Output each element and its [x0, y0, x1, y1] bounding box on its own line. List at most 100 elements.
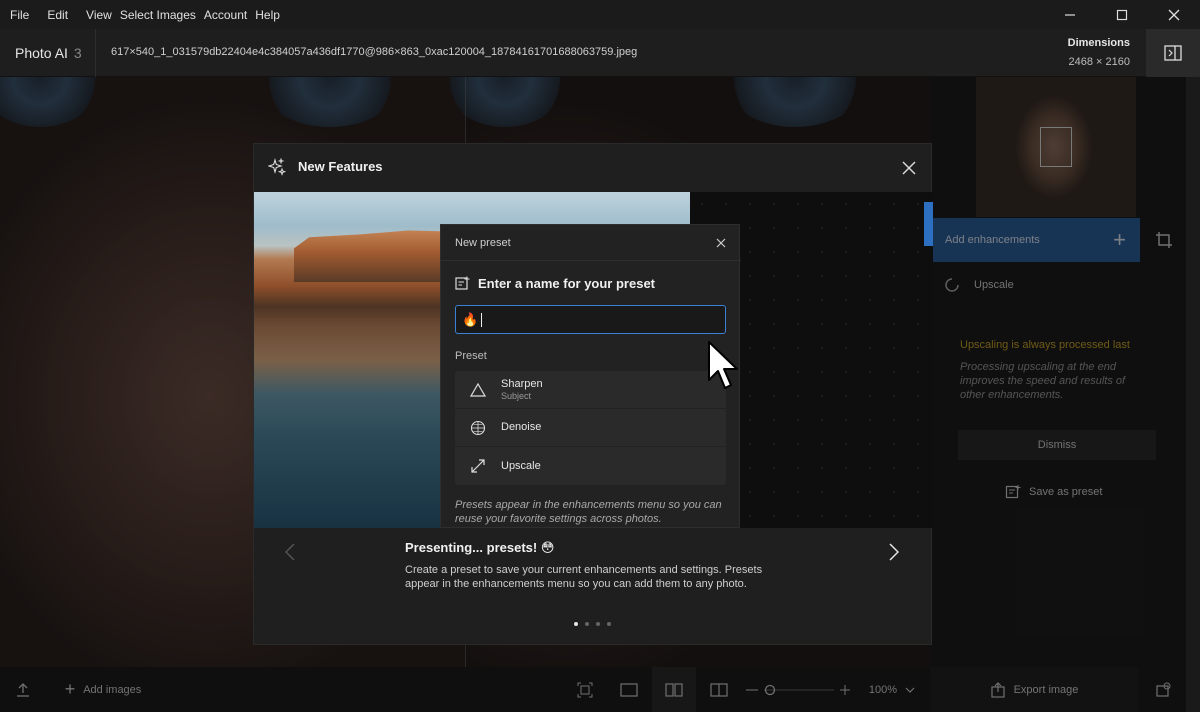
single-view-button[interactable] [612, 667, 646, 712]
preset-item-name: Upscale [501, 459, 541, 472]
save-as-preset-button[interactable]: Save as preset [1005, 484, 1102, 500]
export-image-button[interactable]: Export image [930, 667, 1138, 712]
single-view-icon [620, 682, 638, 697]
next-feature-button[interactable] [886, 541, 902, 563]
upscale-enhancement[interactable]: Upscale [944, 277, 1014, 293]
focus-frame-icon [577, 682, 593, 697]
crop-button[interactable] [1142, 218, 1186, 262]
preset-dialog-close-button[interactable] [713, 235, 729, 251]
minimize-button[interactable] [1044, 0, 1096, 29]
preset-item-sharpen[interactable]: Sharpen Subject [455, 371, 726, 409]
zoom-slider[interactable] [744, 667, 854, 712]
file-name: 617×540_1_031579db22404e4c384057a436df17… [111, 46, 638, 58]
plus-icon: + [64, 679, 76, 699]
previous-feature-button[interactable] [282, 541, 298, 563]
pagination-dot[interactable] [585, 622, 589, 626]
zoom-dropdown[interactable]: 100% [862, 667, 922, 712]
preview-accent-tab [924, 202, 933, 246]
feature-description: Create a preset to save your current enh… [405, 564, 763, 590]
navigator-viewport[interactable] [1040, 127, 1072, 167]
menu-file[interactable]: File [10, 8, 29, 22]
zoom-slider-track [746, 684, 850, 695]
menu-view[interactable]: View [86, 8, 112, 22]
bottom-toolbar: + Add images 100% Export image [0, 667, 1186, 712]
side-by-side-icon [665, 682, 683, 697]
preset-dialog-hint: Presets appear in the enhancements menu … [455, 499, 722, 525]
preset-dialog-title: New preset [455, 237, 511, 249]
split-view-icon [710, 682, 728, 697]
side-by-side-view-button[interactable] [652, 667, 696, 712]
export-label: Export image [1013, 683, 1079, 696]
preset-dialog-header: New preset [441, 225, 741, 261]
preset-item-name: Denoise [501, 421, 542, 433]
menu-edit[interactable]: Edit [47, 8, 68, 22]
new-preset-dialog: New preset Enter a name for your preset … [440, 224, 741, 528]
window-controls [1044, 0, 1200, 29]
close-icon [1168, 9, 1180, 20]
app-name-text: Photo AI [15, 45, 68, 61]
preset-dialog-heading-text: Enter a name for your preset [478, 276, 655, 291]
modal-header: New Features [254, 144, 933, 192]
pagination-dot[interactable] [607, 622, 611, 626]
app-version: 3 [73, 45, 82, 61]
menu-bar: File Edit View Select Images Account Hel… [0, 0, 1200, 29]
plus-icon: + [1113, 227, 1126, 252]
preset-name-value: 🔥 [462, 311, 479, 327]
close-window-button[interactable] [1148, 0, 1200, 29]
preset-list: Sharpen Subject Denoise Upscale [455, 371, 726, 485]
upload-icon [17, 682, 29, 697]
mouse-cursor-icon [708, 341, 738, 389]
chevron-right-icon [889, 543, 899, 561]
preset-section-label: Preset [455, 350, 487, 362]
scrollbar-track[interactable] [1186, 77, 1200, 712]
menu-help[interactable]: Help [255, 8, 280, 22]
expand-arrows-icon [469, 457, 487, 475]
export-settings-button[interactable] [1140, 667, 1186, 712]
triangle-icon [469, 381, 487, 399]
title-bar: Photo AI 3 617×540_1_031579db22404e4c384… [0, 29, 1200, 77]
zoom-value: 100% [868, 683, 898, 696]
menu-account[interactable]: Account [204, 8, 247, 22]
feature-title: Presenting... presets! 😳 [405, 540, 555, 555]
add-images-button[interactable]: + Add images [58, 667, 148, 712]
save-preset-icon [1005, 485, 1021, 499]
close-icon [902, 161, 916, 175]
add-enhancements-button[interactable]: Add enhancements + [932, 218, 1140, 262]
feature-preview: New preset Enter a name for your preset … [254, 192, 933, 528]
chevron-down-icon [905, 687, 915, 693]
upscale-label: Upscale [974, 279, 1014, 291]
add-enhancements-label: Add enhancements [945, 234, 1040, 246]
preset-item-upscale[interactable]: Upscale [455, 447, 726, 485]
navigator-thumbnail[interactable] [976, 77, 1136, 217]
fit-view-button[interactable] [570, 667, 600, 712]
preset-dialog-heading: Enter a name for your preset [455, 276, 655, 291]
upload-button[interactable] [8, 667, 38, 712]
new-features-modal: New Features New preset Enter a name for… [253, 143, 933, 645]
modal-title: New Features [298, 159, 383, 174]
preset-name-input[interactable]: 🔥 [455, 305, 726, 334]
sparkles-icon [268, 158, 286, 176]
right-sidebar: Add enhancements + Upscale Upscaling is … [930, 77, 1186, 667]
panel-toggle-button[interactable] [1146, 29, 1200, 77]
save-as-preset-label: Save as preset [1029, 486, 1103, 498]
grain-icon [469, 419, 487, 437]
add-images-label: Add images [83, 683, 142, 696]
maximize-icon [1116, 9, 1128, 20]
modal-close-button[interactable] [897, 156, 921, 180]
upscale-note-title: Upscaling is always processed last [960, 339, 1130, 351]
menu-select-images[interactable]: Select Images [120, 8, 196, 22]
preset-item-sub: Subject [501, 390, 532, 401]
pagination-dot[interactable] [596, 622, 600, 626]
crop-icon [1156, 232, 1172, 248]
dimensions-label: Dimensions [1067, 37, 1130, 49]
pagination-dots [574, 622, 611, 626]
upscale-note-body: Processing upscaling at the end improves… [960, 361, 1126, 401]
split-view-button[interactable] [704, 667, 734, 712]
maximize-button[interactable] [1096, 0, 1148, 29]
preset-item-denoise[interactable]: Denoise [455, 409, 726, 447]
title-divider [95, 29, 96, 77]
close-icon [716, 238, 726, 248]
save-preset-icon [455, 276, 470, 290]
pagination-dot[interactable] [574, 622, 578, 626]
dismiss-button[interactable]: Dismiss [958, 430, 1156, 460]
